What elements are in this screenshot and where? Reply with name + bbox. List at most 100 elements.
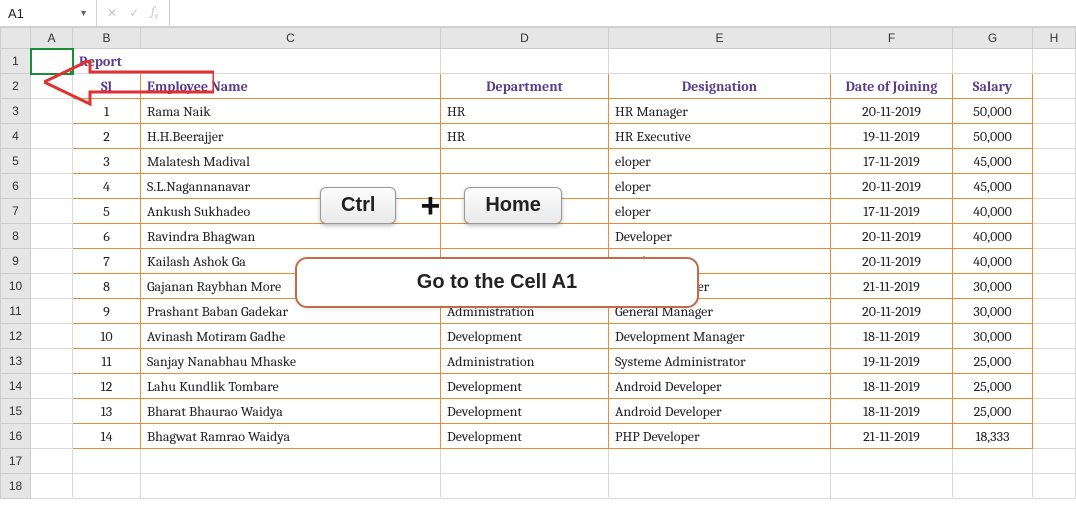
cell-name[interactable]: Lahu Kundlik Tombare <box>141 374 441 399</box>
table-row[interactable]: 13 11Sanjay Nanabhau MhaskeAdministration… <box>1 349 1076 374</box>
header-desg[interactable]: Designation <box>609 74 831 99</box>
cell-sl[interactable]: 13 <box>73 399 141 424</box>
cell-sal[interactable]: 25,000 <box>953 399 1033 424</box>
cell-sal[interactable]: 40,000 <box>953 199 1033 224</box>
cell-sl[interactable]: 12 <box>73 374 141 399</box>
cell-doj[interactable]: 17-11-2019 <box>831 149 953 174</box>
cell-desg[interactable]: PHP Developer <box>609 424 831 449</box>
row-header[interactable]: 1 <box>1 49 31 74</box>
cell-name[interactable]: Sanjay Nanabhau Mhaske <box>141 349 441 374</box>
row-header[interactable]: 17 <box>1 449 31 474</box>
cell-dept[interactable]: Development <box>441 374 609 399</box>
table-row[interactable]: 119Prashant Baban GadekarAdministrationG… <box>1 299 1076 324</box>
header-dept[interactable]: Department <box>441 74 609 99</box>
cell-doj[interactable]: 19-11-2019 <box>831 349 953 374</box>
cell-doj[interactable]: 21-11-2019 <box>831 274 953 299</box>
table-row[interactable]: 53Malatesh Madivaleloper17-11-201945,000 <box>1 149 1076 174</box>
cell-sl[interactable]: 8 <box>73 274 141 299</box>
cell-desg[interactable]: Systeme Administrator <box>609 349 831 374</box>
confirm-icon[interactable]: ✓ <box>129 6 139 20</box>
cell-desg[interactable]: Developer <box>609 249 831 274</box>
cell-sl[interactable]: 4 <box>73 174 141 199</box>
row-header[interactable]: 6 <box>1 174 31 199</box>
cell-doj[interactable]: 20-11-2019 <box>831 224 953 249</box>
cell-dept[interactable]: Administration <box>441 349 609 374</box>
row-header[interactable]: 9 <box>1 249 31 274</box>
col-F[interactable]: F <box>831 28 953 49</box>
chevron-down-icon[interactable]: ▼ <box>79 8 88 18</box>
formula-input[interactable] <box>170 0 1076 26</box>
cell-doj[interactable]: 20-11-2019 <box>831 299 953 324</box>
cell-desg[interactable]: Android Developer <box>609 399 831 424</box>
cell-name[interactable]: H.H.Beerajjer <box>141 124 441 149</box>
cell-sl[interactable]: 10 <box>73 324 141 349</box>
cell-sl[interactable]: 11 <box>73 349 141 374</box>
cell-name[interactable]: Malatesh Madival <box>141 149 441 174</box>
cell-sal[interactable]: 30,000 <box>953 324 1033 349</box>
cell-doj[interactable]: 20-11-2019 <box>831 174 953 199</box>
row-header[interactable]: 15 <box>1 399 31 424</box>
cell-dept[interactable] <box>441 224 609 249</box>
cell-doj[interactable]: 18-11-2019 <box>831 324 953 349</box>
cell-sal[interactable]: 18,333 <box>953 424 1033 449</box>
cell-doj[interactable]: 19-11-2019 <box>831 124 953 149</box>
cell-A1[interactable] <box>31 49 73 74</box>
table-row[interactable]: 31Rama NaikHRHR Manager20-11-201950,000 <box>1 99 1076 124</box>
cell-desg[interactable]: HR Executive <box>609 124 831 149</box>
cell-sl[interactable]: 5 <box>73 199 141 224</box>
report-title[interactable]: Report <box>73 49 441 74</box>
worksheet[interactable]: A B C D E F G H 1 Report 2 Sl Employee N… <box>0 27 1076 499</box>
cell-name[interactable]: Rama Naik <box>141 99 441 124</box>
table-row[interactable]: 1412Lahu Kundlik TombareDevelopmentAndro… <box>1 374 1076 399</box>
cell-dept[interactable] <box>441 149 609 174</box>
cell-sal[interactable]: 25,000 <box>953 349 1033 374</box>
table-row[interactable]: 12 10Avinash Motiram GadheDevelopmentDeve… <box>1 324 1076 349</box>
cell-sl[interactable]: 3 <box>73 149 141 174</box>
cell-dept[interactable]: Development <box>441 324 609 349</box>
row-header[interactable]: 8 <box>1 224 31 249</box>
cell-desg[interactable]: Developer <box>609 224 831 249</box>
cell-sl[interactable]: 1 <box>73 99 141 124</box>
col-G[interactable]: G <box>953 28 1033 49</box>
cell-name[interactable]: Gajanan Raybhan More <box>141 274 441 299</box>
cell-sal[interactable]: 40,000 <box>953 249 1033 274</box>
cell-doj[interactable]: 17-11-2019 <box>831 199 953 224</box>
cell-name[interactable]: Bharat Bhaurao Waidya <box>141 399 441 424</box>
cell-name[interactable]: Bhagwat Ramrao Waidya <box>141 424 441 449</box>
cell-desg[interactable]: eloper <box>609 174 831 199</box>
cell-dept[interactable]: HR <box>441 124 609 149</box>
cell-sl[interactable]: 6 <box>73 224 141 249</box>
row-header[interactable]: 13 <box>1 349 31 374</box>
cell-dept[interactable] <box>441 249 609 274</box>
cell-sal[interactable]: 45,000 <box>953 174 1033 199</box>
col-H[interactable]: H <box>1033 28 1076 49</box>
row-header[interactable]: 2 <box>1 74 31 99</box>
cell-sl[interactable]: 7 <box>73 249 141 274</box>
cell-doj[interactable]: 18-11-2019 <box>831 374 953 399</box>
cell-sl[interactable]: 2 <box>73 124 141 149</box>
cell-doj[interactable]: 20-11-2019 <box>831 99 953 124</box>
row-header[interactable]: 12 <box>1 324 31 349</box>
cell-sal[interactable]: 40,000 <box>953 224 1033 249</box>
cell-dept[interactable]: Administration <box>441 274 609 299</box>
col-A[interactable]: A <box>31 28 73 49</box>
col-B[interactable]: B <box>73 28 141 49</box>
row-header[interactable]: 16 <box>1 424 31 449</box>
cell-name[interactable]: Avinash Motiram Gadhe <box>141 324 441 349</box>
row-header[interactable]: 4 <box>1 124 31 149</box>
cell-doj[interactable]: 21-11-2019 <box>831 424 953 449</box>
cell-desg[interactable]: Project Manager <box>609 274 831 299</box>
cell-desg[interactable]: Development Manager <box>609 324 831 349</box>
cell-dept[interactable]: Development <box>441 424 609 449</box>
select-all-corner[interactable] <box>1 28 31 49</box>
table-row[interactable]: 108Gajanan Raybhan MoreAdministrationPro… <box>1 274 1076 299</box>
row-header[interactable]: 18 <box>1 474 31 499</box>
cell-doj[interactable]: 18-11-2019 <box>831 399 953 424</box>
cell-desg[interactable]: eloper <box>609 199 831 224</box>
cell-dept[interactable]: Administration <box>441 299 609 324</box>
row-header[interactable]: 5 <box>1 149 31 174</box>
col-C[interactable]: C <box>141 28 441 49</box>
col-E[interactable]: E <box>609 28 831 49</box>
cell-sal[interactable]: 30,000 <box>953 274 1033 299</box>
cell-name[interactable]: Kailash Ashok Ga <box>141 249 441 274</box>
